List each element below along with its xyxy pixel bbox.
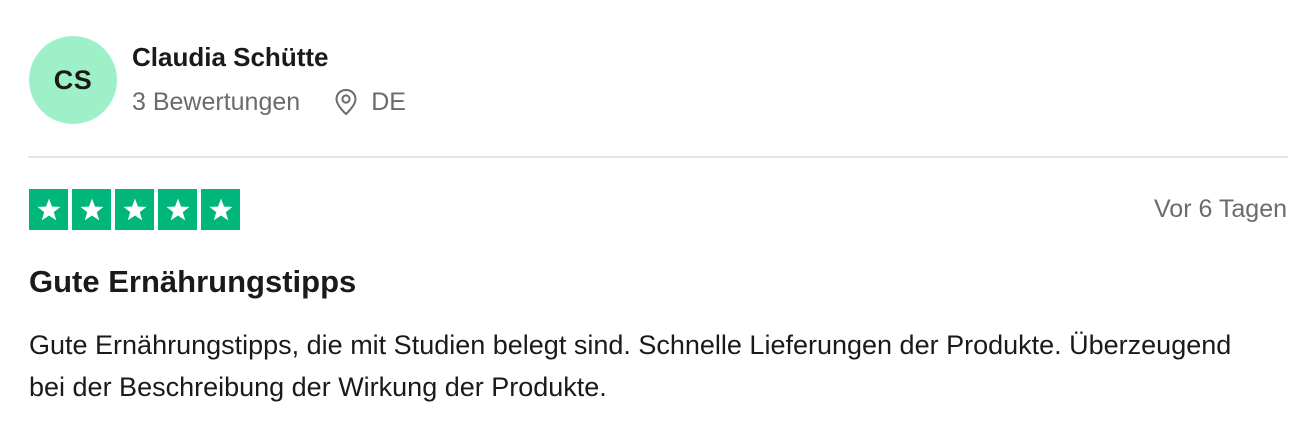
review-title[interactable]: Gute Ernährungstipps <box>29 264 356 300</box>
review-body: Gute Ernährungstipps, die mit Studien be… <box>29 330 1232 402</box>
star-icon <box>201 189 240 230</box>
star-icon <box>72 189 111 230</box>
star-icon <box>158 189 197 230</box>
avatar[interactable]: CS <box>29 36 117 124</box>
star-icon <box>115 189 154 230</box>
divider <box>28 156 1288 158</box>
reviewer-meta: 3 Bewertungen DE <box>132 86 406 118</box>
reviewer-location: DE <box>333 88 406 117</box>
star-icon <box>29 189 68 230</box>
reviewer-name[interactable]: Claudia Schütte <box>132 42 328 73</box>
reviewer-country: DE <box>371 87 406 116</box>
review-date: Vor 6 Tagen <box>1154 195 1287 223</box>
review-count: 3 Bewertungen <box>132 87 301 116</box>
location-pin-icon <box>335 88 357 116</box>
star-rating <box>29 189 240 230</box>
review-card: CS Claudia Schütte 3 Bewertungen DE Vor … <box>0 0 1312 434</box>
